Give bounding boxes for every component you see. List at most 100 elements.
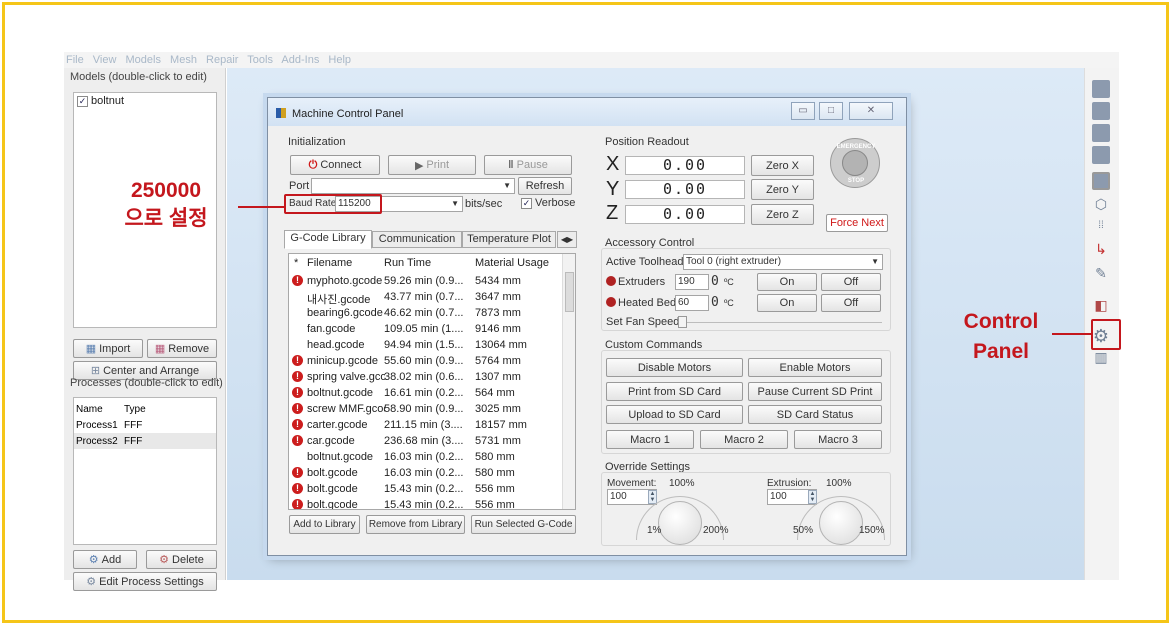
print-button[interactable]: ▶ Print [388, 155, 476, 175]
cell-mat: 7873 mm [475, 307, 521, 319]
bed-off-button[interactable]: Off [821, 294, 881, 312]
tab-temperature-plot[interactable]: Temperature Plot [462, 231, 556, 248]
menu-view[interactable]: View [93, 54, 117, 66]
port-select[interactable]: ▼ [311, 178, 515, 194]
brush-icon[interactable]: ✎ [1092, 264, 1110, 282]
table-scrollbar[interactable] [562, 254, 575, 509]
table-row[interactable]: ! carter.gcode 211.15 min (3.... 18157 mm [289, 417, 561, 434]
table-row[interactable]: ! bolt.gcode 15.43 min (0.2... 556 mm [289, 481, 561, 498]
movement-label: Movement: [607, 478, 657, 489]
bed-temp-input[interactable]: 60 [675, 295, 709, 311]
force-next-button[interactable]: Force Next [826, 214, 888, 232]
view-front-icon[interactable] [1092, 102, 1110, 120]
table-row[interactable]: ! minicup.gcode 55.60 min (0.9... 5764 mm [289, 353, 561, 370]
table-row[interactable]: boltnut.gcode 16.03 min (0.2... 580 mm [289, 449, 561, 466]
import-button[interactable]: ▦ Import [73, 339, 143, 358]
error-icon: ! [292, 467, 303, 478]
upload-sd-button[interactable]: Upload to SD Card [606, 405, 743, 424]
toolhead-select[interactable]: Tool 0 (right extruder) ▼ [683, 254, 883, 270]
settings-icon: ⚙ [86, 576, 97, 588]
menu-mesh[interactable]: Mesh [170, 54, 197, 66]
extruder-off-button[interactable]: Off [821, 273, 881, 291]
run-selected-gcode-button[interactable]: Run Selected G-Code [471, 515, 576, 534]
macro-1-button[interactable]: Macro 1 [606, 430, 694, 449]
error-icon: ! [292, 355, 303, 366]
close-button[interactable]: ✕ [849, 102, 893, 120]
zero-x-button[interactable]: Zero X [751, 155, 814, 176]
table-row[interactable]: ! myphoto.gcode 59.26 min (0.9... 5434 mm [289, 273, 561, 290]
list-item[interactable]: ✓ boltnut [74, 93, 216, 109]
remove-button[interactable]: ▦ Remove [147, 339, 217, 358]
pause-sd-button[interactable]: Pause Current SD Print [748, 382, 882, 401]
menu-tools[interactable]: Tools [247, 54, 273, 66]
extruder-icon[interactable]: ▥ [1092, 348, 1110, 366]
delete-process-button[interactable]: ⚙ Delete [146, 550, 217, 569]
menu-addins[interactable]: Add-Ins [281, 54, 319, 66]
emergency-stop-button[interactable]: EMERGENCY STOP [830, 138, 880, 188]
remove-from-library-button[interactable]: Remove from Library [366, 515, 465, 534]
print-sd-button[interactable]: Print from SD Card [606, 382, 743, 401]
table-row[interactable]: head.gcode 94.94 min (1.5... 13064 mm [289, 337, 561, 354]
tab-communication[interactable]: Communication [372, 231, 462, 248]
disable-motors-button[interactable]: Disable Motors [606, 358, 743, 377]
view-side-icon[interactable] [1092, 124, 1110, 142]
bed-on-button[interactable]: On [757, 294, 817, 312]
extruder-temp-input[interactable]: 190 [675, 274, 709, 290]
maximize-button[interactable]: □ [819, 102, 843, 120]
menu-bar: File View Models Mesh Repair Tools Add-I… [64, 52, 1119, 68]
tab-scroll-arrows[interactable]: ◀▶ [557, 231, 577, 248]
minimize-button[interactable]: ▭ [791, 102, 815, 120]
cell-time: 16.03 min (0.2... [384, 451, 464, 463]
add-to-library-button[interactable]: Add to Library [289, 515, 360, 534]
wireframe-icon[interactable]: ⬡ [1092, 195, 1110, 213]
table-row[interactable]: ! spring valve.gcode38.02 min (0.6... 1307… [289, 369, 561, 386]
table-row[interactable]: Process1 FFF [74, 417, 216, 433]
enable-motors-button[interactable]: Enable Motors [748, 358, 882, 377]
refresh-button[interactable]: Refresh [518, 177, 572, 195]
connect-button[interactable]: ⏻ Connect [290, 155, 380, 175]
movement-dial[interactable] [658, 501, 702, 545]
table-row[interactable]: Process2 FFF [74, 433, 216, 449]
pause-button[interactable]: ‖ Pause [484, 155, 572, 175]
stepper-icon[interactable]: ▲ ▼ [808, 490, 817, 504]
error-icon: ! [292, 403, 303, 414]
gcode-library-table[interactable]: * Filename Run Time Material Usage ! myph… [288, 253, 576, 510]
fan-speed-slider[interactable] [678, 316, 687, 328]
edit-process-button[interactable]: ⚙ Edit Process Settings [73, 572, 217, 591]
port-label: Port [289, 180, 310, 192]
table-row[interactable]: ! bolt.gcode 16.03 min (0.2... 580 mm [289, 465, 561, 482]
points-icon[interactable]: ⁞⁞ [1092, 217, 1110, 235]
scrollbar-thumb[interactable] [565, 272, 574, 312]
control-panel-highlight [1091, 319, 1121, 350]
zero-z-button[interactable]: Zero Z [751, 204, 814, 225]
view-iso-icon[interactable] [1092, 172, 1110, 190]
axis-icon[interactable]: ↳ [1092, 240, 1110, 258]
macro-3-button[interactable]: Macro 3 [794, 430, 882, 449]
menu-repair[interactable]: Repair [206, 54, 238, 66]
table-row[interactable]: ! car.gcode 236.68 min (3.... 5731 mm [289, 433, 561, 450]
table-row[interactable]: 내사진.gcode 43.77 min (0.7... 3647 mm [289, 289, 561, 306]
extrusion-dial[interactable] [819, 501, 863, 545]
zero-y-button[interactable]: Zero Y [751, 179, 814, 200]
verbose-checkbox[interactable]: ✓ Verbose [521, 197, 575, 209]
menu-help[interactable]: Help [328, 54, 351, 66]
table-row[interactable]: bearing6.gcode 46.62 min (0.7... 7873 mm [289, 305, 561, 322]
tab-gcode-library[interactable]: G-Code Library [284, 230, 372, 249]
add-process-button[interactable]: ⚙ Add [73, 550, 137, 569]
fan-speed-track[interactable] [684, 322, 882, 323]
model-checkbox[interactable]: ✓ [77, 95, 88, 107]
table-row[interactable]: ! boltnut.gcode 16.61 min (0.2... 564 mm [289, 385, 561, 402]
macro-2-button[interactable]: Macro 2 [700, 430, 788, 449]
table-row[interactable]: fan.gcode 109.05 min (1.... 9146 mm [289, 321, 561, 338]
table-row[interactable]: ! bolt.gcode 15.43 min (0.2... 556 mm [289, 497, 561, 509]
sd-status-button[interactable]: SD Card Status [748, 405, 882, 424]
bits-label: bits/sec [465, 198, 503, 210]
table-row[interactable]: ! screw MMF.gcode58.90 min (0.9... 3025 mm [289, 401, 561, 418]
cross-section-icon[interactable]: ◧ [1092, 296, 1110, 314]
view-cube-icon[interactable] [1092, 80, 1110, 98]
menu-models[interactable]: Models [126, 54, 161, 66]
processes-list[interactable]: Name Type Process1 FFF Process2 FFF [73, 397, 217, 545]
view-top-icon[interactable] [1092, 146, 1110, 164]
menu-file[interactable]: File [66, 54, 84, 66]
extruder-on-button[interactable]: On [757, 273, 817, 291]
